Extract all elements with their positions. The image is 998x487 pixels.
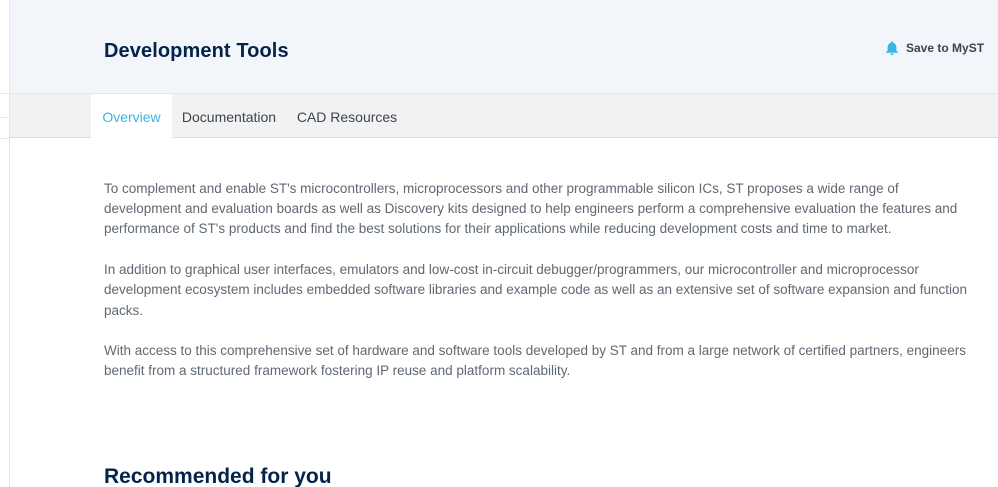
rail-divider: [0, 138, 10, 139]
tab-documentation[interactable]: Documentation: [180, 94, 278, 139]
page-title: Development Tools: [104, 40, 289, 62]
left-rail: [0, 0, 10, 487]
overview-paragraph: To complement and enable ST's microcontr…: [104, 181, 958, 237]
recommended-heading: Recommended for you: [104, 465, 332, 487]
page: Development Tools Save to MyST Overview …: [0, 0, 998, 487]
tab-overview-label: Overview: [102, 109, 161, 125]
tab-cad-resources[interactable]: CAD Resources: [296, 94, 398, 139]
overview-content: To complement and enable ST's microcontr…: [104, 179, 974, 402]
save-to-myst-button[interactable]: Save to MyST: [884, 40, 984, 56]
rail-divider: [0, 93, 10, 94]
save-to-myst-label: Save to MyST: [906, 41, 985, 55]
rail-divider: [0, 117, 10, 118]
bell-icon: [884, 40, 900, 56]
tab-bar: Overview Documentation CAD Resources: [10, 93, 998, 140]
overview-paragraph: In addition to graphical user interfaces…: [104, 262, 967, 318]
tab-cad-resources-label: CAD Resources: [296, 108, 398, 125]
overview-paragraph: With access to this comprehensive set of…: [104, 343, 966, 379]
tab-overview[interactable]: Overview: [91, 94, 172, 140]
tab-documentation-label: Documentation: [181, 108, 277, 125]
